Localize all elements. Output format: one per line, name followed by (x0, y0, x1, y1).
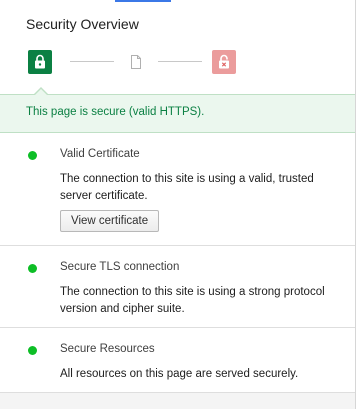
resources-title: Secure Resources (60, 343, 155, 355)
view-certificate-button[interactable]: View certificate (60, 210, 160, 232)
active-tab-indicator (115, 0, 171, 2)
lock-broken-icon (212, 50, 236, 74)
security-state-row (28, 50, 248, 74)
state-connector (70, 61, 114, 62)
lock-closed-icon (28, 50, 52, 74)
tls-connection-title: Secure TLS connection (60, 261, 180, 273)
security-summary-banner: This page is secure (valid HTTPS). (0, 94, 355, 133)
tls-connection-description: The connection to this site is using a s… (60, 286, 325, 315)
resources-description: All resources on this page are served se… (60, 368, 299, 380)
security-summary-text: This page is secure (valid HTTPS). (26, 106, 205, 118)
status-dot-icon (28, 264, 37, 273)
certificate-description: The connection to this site is using a v… (60, 173, 314, 202)
state-connector (158, 61, 202, 62)
summary-pointer-fill (35, 89, 47, 95)
status-dot-icon (28, 151, 37, 160)
certificate-section: Valid Certificate The connection to this… (0, 132, 355, 244)
panel-footer (0, 393, 355, 409)
page-title: Security Overview (26, 16, 139, 32)
status-dot-icon (28, 346, 37, 355)
document-icon (124, 50, 148, 74)
certificate-title: Valid Certificate (60, 148, 140, 160)
resources-section: Secure Resources All resources on this p… (0, 328, 355, 400)
tls-connection-section: Secure TLS connection The connection to … (0, 246, 355, 326)
